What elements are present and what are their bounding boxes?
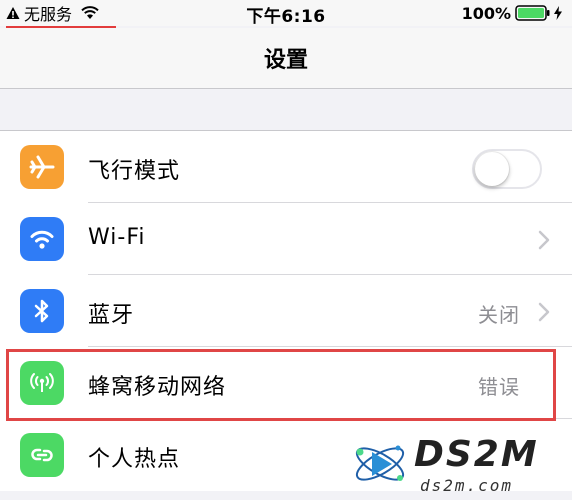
settings-row-value: 关闭 (478, 303, 520, 327)
bluetooth-icon (34, 299, 49, 323)
airplane-icon (29, 155, 55, 179)
watermark-sub-text: ds2m.com (420, 476, 514, 495)
toggle-knob (475, 152, 509, 186)
antenna-icon-box (20, 361, 64, 405)
settings-row-label: 蓝牙 (88, 303, 135, 328)
watermark: DS2M ds2m.com (350, 432, 570, 498)
link-icon-box (20, 433, 64, 477)
settings-row-bluetooth[interactable]: 蓝牙 关闭 (0, 275, 572, 347)
airplane-mode-toggle[interactable] (472, 149, 542, 189)
link-icon (31, 448, 53, 462)
chevron-right-icon (538, 230, 550, 250)
battery-percent: 100% (461, 3, 511, 23)
settings-row-label: 蜂窝移动网络 (88, 375, 227, 400)
settings-row-airplane-mode[interactable]: 飞行模式 (0, 131, 572, 203)
chevron-right-icon (538, 302, 550, 322)
settings-row-value: 错误 (478, 375, 520, 399)
battery-fill (518, 8, 544, 18)
bluetooth-icon-box (20, 289, 64, 333)
status-right: 100% (462, 2, 562, 24)
wifi-icon (30, 230, 54, 249)
watermark-main-text: DS2M (414, 434, 539, 475)
status-bar: 无服务 下午6:16 100% (0, 0, 572, 27)
settings-row-label: 飞行模式 (88, 159, 181, 184)
wifi-icon-box (20, 217, 64, 261)
nav-bar: 设置 (0, 28, 572, 89)
bolt-icon (554, 6, 562, 20)
page-title: 设置 (263, 48, 308, 73)
antenna-icon (30, 373, 54, 392)
settings-row-label: Wi-Fi (88, 225, 146, 250)
settings-row-cellular[interactable]: 蜂窝移动网络 错误 (0, 347, 572, 419)
settings-row-wifi[interactable]: Wi-Fi (0, 203, 572, 275)
airplane-icon-box (20, 145, 64, 189)
watermark-logo-icon (355, 445, 405, 481)
battery-icon (515, 5, 550, 21)
settings-row-label: 个人热点 (88, 447, 181, 472)
